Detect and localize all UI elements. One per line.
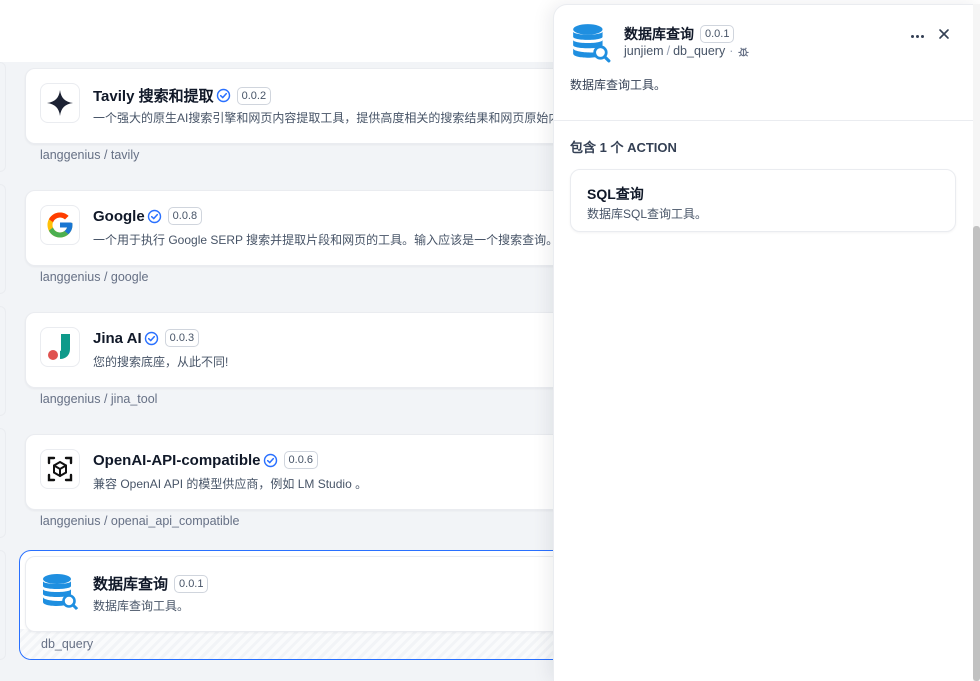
plugin-footer: langgenius / tavily	[40, 148, 140, 162]
plugin-card-body: OpenAI-API-compatible 0.0.6 兼容 OpenAI AP…	[25, 434, 619, 510]
left-card-edge	[0, 550, 6, 660]
plugin-id: db_query	[673, 44, 726, 58]
plugin-description: 您的搜索底座，从此不同!	[93, 355, 229, 369]
version-badge: 0.0.8	[167, 207, 203, 225]
plugin-name-text: Jina AI	[93, 329, 142, 347]
action-card-sql-query[interactable]: SQL查询 数据库SQL查询工具。	[570, 169, 956, 232]
left-card-edge	[0, 184, 6, 294]
plugin-name-text: 数据库查询	[93, 576, 169, 593]
left-card-edge	[0, 428, 6, 538]
action-description: 数据库SQL查询工具。	[587, 207, 708, 221]
plugin-name: Tavily 搜索和提取 0.0.2	[93, 85, 272, 106]
scrollbar[interactable]	[973, 4, 980, 681]
plugin-name-text: Tavily 搜索和提取	[93, 88, 214, 105]
action-name: SQL查询	[587, 186, 644, 202]
plugin-footer: langgenius / jina_tool	[40, 392, 158, 406]
plugin-page: Tavily 搜索和提取 0.0.2 一个强大的原生AI搜索引擎和网页内容提取工…	[0, 0, 980, 681]
tavily-logo	[40, 83, 80, 123]
left-card-edge	[0, 306, 6, 416]
plugin-card-body: Tavily 搜索和提取 0.0.2 一个强大的原生AI搜索引擎和网页内容提取工…	[25, 68, 619, 144]
plugin-name: Jina AI 0.0.3	[93, 329, 200, 347]
separator: /	[666, 44, 671, 58]
actions-section-title: 包含 1 个 ACTION	[570, 140, 677, 155]
plugin-footer: db_query	[41, 637, 94, 651]
version-badge: 0.0.1	[174, 574, 209, 593]
plugin-detail-panel: 数据库查询 0.0.1 junjiem / db_query · 数据库查询工具…	[553, 4, 980, 681]
google-logo	[40, 205, 80, 245]
verified-icon	[216, 88, 230, 103]
plugin-card-google[interactable]: Google 0.0.8 一个用于执行 Google SERP 搜索并提取片段和…	[19, 184, 619, 294]
more-options-button[interactable]	[908, 27, 926, 45]
author-name: junjiem	[624, 44, 664, 58]
plugin-description: 数据库查询工具。	[93, 599, 190, 613]
plugin-card-body: 数据库查询 0.0.1 数据库查询工具。	[25, 556, 618, 632]
jina-logo	[40, 327, 80, 367]
plugin-footer: langgenius / openai_api_compatible	[40, 514, 240, 528]
version-badge: 0.0.6	[283, 451, 318, 469]
panel-title-text: 数据库查询	[624, 26, 694, 42]
divider	[554, 120, 980, 121]
plugin-card-openai-compatible[interactable]: OpenAI-API-compatible 0.0.6 兼容 OpenAI AP…	[19, 428, 619, 538]
version-badge: 0.0.1	[700, 25, 735, 43]
debug-icon	[738, 46, 749, 57]
plugin-name-text: OpenAI-API-compatible	[93, 451, 261, 469]
panel-title: 数据库查询 0.0.1	[624, 24, 735, 44]
panel-subtitle: junjiem / db_query ·	[624, 44, 750, 58]
plugin-footer: langgenius / google	[40, 270, 149, 284]
database-logo	[570, 21, 612, 63]
plugin-name: 数据库查询 0.0.1	[93, 573, 209, 594]
version-badge: 0.0.3	[164, 329, 200, 347]
dot-separator: ·	[729, 44, 734, 58]
plugin-name-text: Google	[93, 207, 145, 225]
panel-description: 数据库查询工具。	[570, 78, 667, 92]
plugin-name: Google 0.0.8	[93, 207, 203, 225]
verified-icon	[147, 209, 161, 223]
scrollbar-thumb[interactable]	[973, 226, 980, 681]
left-card-edge	[0, 62, 6, 172]
plugin-card-db-query[interactable]: 数据库查询 0.0.1 数据库查询工具。 db_query	[19, 550, 619, 660]
plugin-card-body: Jina AI 0.0.3 您的搜索底座，从此不同!	[25, 312, 619, 388]
card-footer-hatch	[20, 629, 618, 659]
plugin-card-jina[interactable]: Jina AI 0.0.3 您的搜索底座，从此不同! langgenius / …	[19, 306, 619, 416]
plugin-name: OpenAI-API-compatible 0.0.6	[93, 451, 318, 469]
verified-icon	[144, 331, 158, 345]
plugin-description: 一个用于执行 Google SERP 搜索并提取片段和网页的工具。输入应该是一个…	[93, 233, 559, 247]
plugin-card-body: Google 0.0.8 一个用于执行 Google SERP 搜索并提取片段和…	[25, 190, 619, 266]
plugin-description: 兼容 OpenAI API 的模型供应商，例如 LM Studio 。	[93, 477, 368, 491]
database-logo	[40, 571, 80, 611]
openai-compatible-logo	[40, 449, 80, 489]
version-badge: 0.0.2	[236, 86, 272, 105]
close-icon[interactable]	[935, 25, 953, 43]
plugin-description: 一个强大的原生AI搜索引擎和网页内容提取工具，提供高度相关的搜索结果和网页原始内…	[93, 111, 563, 125]
verified-icon	[263, 453, 277, 467]
plugin-card-tavily[interactable]: Tavily 搜索和提取 0.0.2 一个强大的原生AI搜索引擎和网页内容提取工…	[19, 62, 619, 172]
